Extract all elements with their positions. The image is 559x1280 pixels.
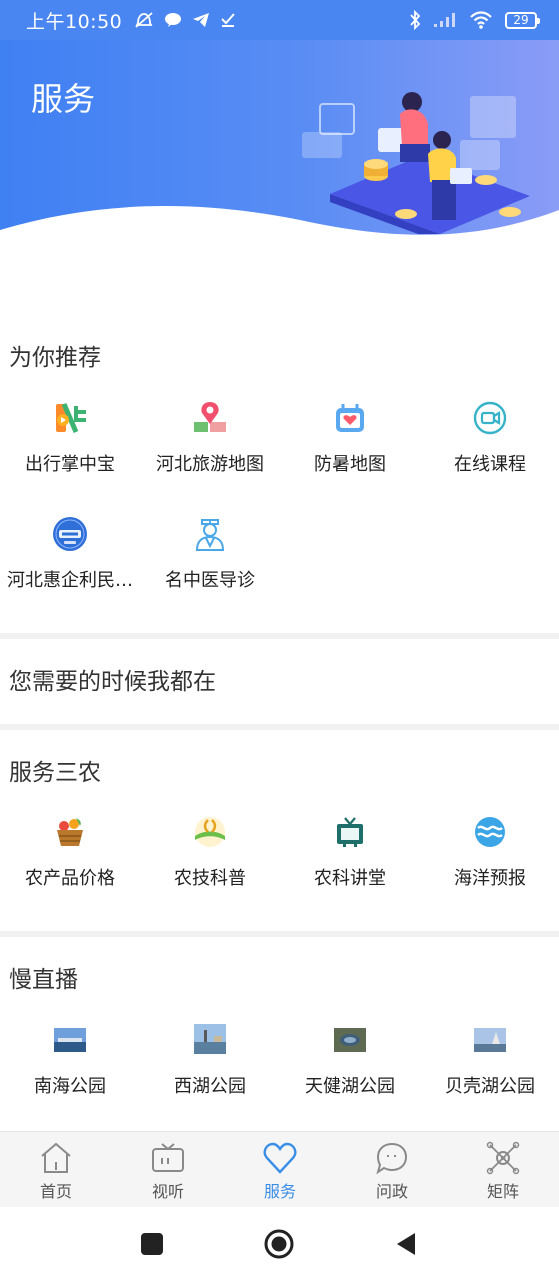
live-item-nanhai-park[interactable]: 南海公园	[0, 1020, 140, 1098]
service-label: 河北旅游地图	[156, 454, 264, 475]
live-item-tianjianhu-park[interactable]: 天健湖公园	[280, 1020, 420, 1098]
bottom-tab-bar: 首页 视听 服务 问政 矩阵	[0, 1131, 559, 1208]
live-label: 南海公园	[34, 1076, 106, 1097]
service-label: 河北惠企利民…	[7, 570, 133, 591]
service-item-enterprise-benefit[interactable]: 河北惠企利民…	[0, 514, 140, 592]
live-label: 贝壳湖公园	[445, 1076, 535, 1097]
enterprise-benefit-icon	[53, 517, 87, 551]
service-label: 农科讲堂	[314, 868, 386, 889]
service-item-ocean-forecast[interactable]: 海洋预报	[420, 812, 559, 890]
travel-app-icon	[56, 403, 86, 433]
status-system-icons: 29	[409, 10, 540, 30]
agri-tech-icon	[195, 817, 225, 847]
download-done-icon	[221, 13, 236, 27]
service-label: 农产品价格	[25, 868, 115, 889]
recent-apps-button[interactable]	[140, 1232, 164, 1256]
page-header: 服务	[0, 40, 559, 260]
park-thumbnail	[334, 1028, 366, 1052]
section-divider	[0, 931, 559, 937]
status-notification-icons	[134, 11, 236, 29]
status-bar: 上午10:50 29	[0, 0, 559, 40]
service-item-tourism-map[interactable]: 河北旅游地图	[140, 398, 280, 476]
section-title-agriculture: 服务三农	[9, 760, 101, 786]
wifi-icon	[470, 11, 492, 29]
tab-home[interactable]: 首页	[0, 1132, 112, 1208]
service-item-agri-lecture[interactable]: 农科讲堂	[280, 812, 420, 890]
park-thumbnail	[194, 1024, 226, 1054]
chat-bubble-icon	[376, 1142, 408, 1175]
battery-indicator: 29	[505, 11, 540, 29]
tab-matrix[interactable]: 矩阵	[447, 1132, 559, 1208]
service-item-produce-price[interactable]: 农产品价格	[0, 812, 140, 890]
mute-icon	[135, 12, 153, 28]
signal-icon	[434, 13, 455, 27]
home-button[interactable]	[263, 1228, 295, 1260]
header-wave	[0, 206, 559, 260]
live-item-xihu-park[interactable]: 西湖公园	[140, 1020, 280, 1098]
tab-label: 首页	[39, 1182, 72, 1201]
tab-label: 视听	[151, 1182, 184, 1201]
park-thumbnail	[474, 1028, 506, 1052]
tab-services[interactable]: 服务	[224, 1132, 336, 1208]
live-item-beikehu-park[interactable]: 贝壳湖公园	[420, 1020, 559, 1098]
section-divider	[0, 633, 559, 639]
home-icon	[41, 1142, 71, 1173]
back-button[interactable]	[395, 1231, 417, 1257]
tv-icon	[152, 1143, 184, 1172]
service-item-online-course[interactable]: 在线课程	[420, 398, 559, 476]
section-divider	[0, 724, 559, 730]
system-nav-bar	[0, 1207, 559, 1280]
heart-icon	[263, 1142, 297, 1174]
produce-basket-icon	[57, 818, 83, 846]
tab-label: 矩阵	[486, 1182, 519, 1201]
online-course-icon	[473, 401, 507, 435]
bluetooth-icon	[410, 10, 421, 30]
section-title-recommend: 为你推荐	[9, 345, 101, 371]
chat-notification-icon	[165, 13, 182, 27]
service-label: 名中医导诊	[165, 570, 255, 591]
service-item-agri-tech[interactable]: 农技科普	[140, 812, 280, 890]
service-item-travel[interactable]: 出行掌中宝	[0, 398, 140, 476]
matrix-icon	[486, 1141, 520, 1175]
tab-audiovisual[interactable]: 视听	[112, 1132, 224, 1208]
service-label: 防暑地图	[314, 454, 386, 475]
tab-label: 问政	[375, 1182, 408, 1201]
service-label: 海洋预报	[454, 868, 526, 889]
service-item-heat-map[interactable]: 防暑地图	[280, 398, 420, 476]
live-label: 西湖公园	[174, 1076, 246, 1097]
service-item-doctor[interactable]: 名中医导诊	[140, 514, 280, 592]
service-label: 农技科普	[174, 868, 246, 889]
tv-icon	[337, 817, 363, 847]
tourism-map-icon	[194, 402, 226, 432]
status-time: 上午10:50	[26, 10, 123, 33]
page-title: 服务	[31, 80, 96, 118]
service-label: 出行掌中宝	[25, 454, 115, 475]
park-thumbnail	[54, 1028, 86, 1052]
service-label: 在线课程	[454, 454, 526, 475]
doctor-icon	[195, 519, 225, 551]
tab-inquiry[interactable]: 问政	[336, 1132, 448, 1208]
live-label: 天健湖公园	[305, 1076, 395, 1097]
section-title-live: 慢直播	[9, 967, 78, 993]
telegram-icon	[193, 13, 210, 27]
wave-icon	[475, 817, 505, 847]
heat-prevention-map-icon	[336, 404, 364, 432]
tab-label: 服务	[263, 1182, 296, 1201]
section-title-always-here: 您需要的时候我都在	[9, 669, 216, 695]
